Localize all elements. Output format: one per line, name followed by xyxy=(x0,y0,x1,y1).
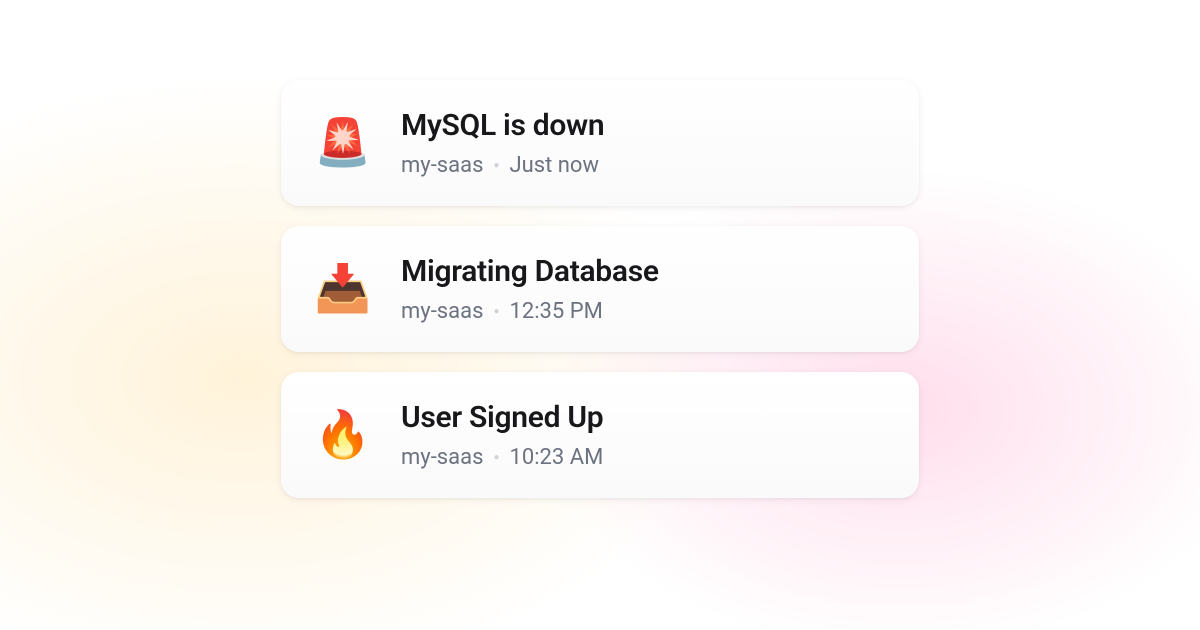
notification-time: 10:23 AM xyxy=(509,445,603,470)
meta-separator: ● xyxy=(493,306,499,317)
notification-card[interactable]: 🔥 User Signed Up my-saas ● 10:23 AM xyxy=(281,372,919,498)
notification-list: 🚨 MySQL is down my-saas ● Just now 📥 Mig… xyxy=(281,80,919,498)
notification-card[interactable]: 📥 Migrating Database my-saas ● 12:35 PM xyxy=(281,226,919,352)
notification-project: my-saas xyxy=(401,153,483,178)
notification-title: MySQL is down xyxy=(401,108,604,143)
notification-meta: my-saas ● 10:23 AM xyxy=(401,445,603,470)
notification-time: Just now xyxy=(509,153,599,178)
notification-card[interactable]: 🚨 MySQL is down my-saas ● Just now xyxy=(281,80,919,206)
fire-icon: 🔥 xyxy=(315,407,371,463)
meta-separator: ● xyxy=(493,452,499,463)
notification-time: 12:35 PM xyxy=(509,299,602,324)
notification-project: my-saas xyxy=(401,445,483,470)
notification-content: User Signed Up my-saas ● 10:23 AM xyxy=(401,400,603,470)
meta-separator: ● xyxy=(493,160,499,171)
notification-meta: my-saas ● 12:35 PM xyxy=(401,299,659,324)
notification-meta: my-saas ● Just now xyxy=(401,153,604,178)
inbox-download-icon: 📥 xyxy=(315,261,371,317)
notification-title: User Signed Up xyxy=(401,400,603,435)
notification-title: Migrating Database xyxy=(401,254,659,289)
notification-project: my-saas xyxy=(401,299,483,324)
notification-content: MySQL is down my-saas ● Just now xyxy=(401,108,604,178)
siren-icon: 🚨 xyxy=(315,115,371,171)
notification-content: Migrating Database my-saas ● 12:35 PM xyxy=(401,254,659,324)
